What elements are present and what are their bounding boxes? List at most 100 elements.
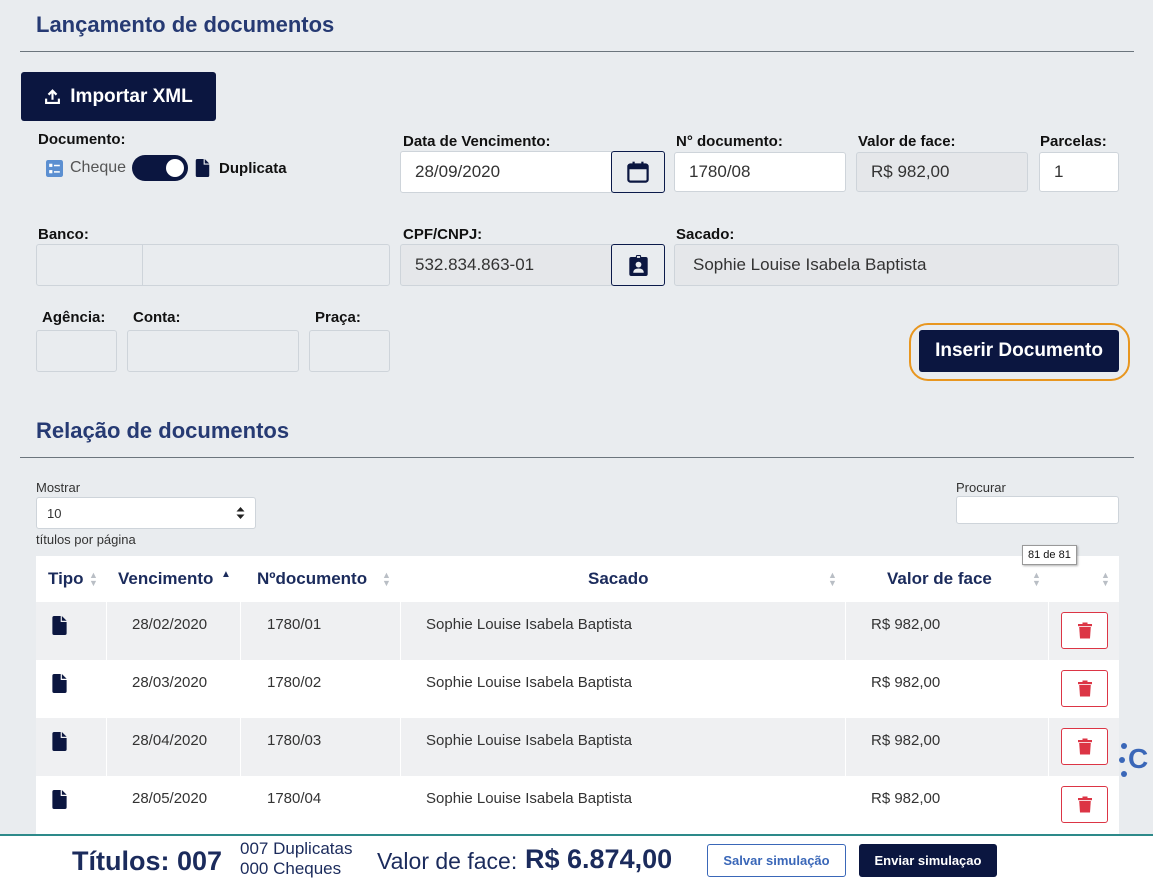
cell-sacado: Sophie Louise Isabela Baptista <box>426 731 632 749</box>
logo-text: C <box>1128 743 1149 774</box>
valor-face-input[interactable]: R$ 982,00 <box>856 152 1028 192</box>
cheques-count: 000 Cheques <box>240 859 342 878</box>
th-valor[interactable]: Valor de face <box>887 569 992 589</box>
parcelas-input[interactable]: 1 <box>1039 152 1119 192</box>
cell-vencimento: 28/03/2020 <box>132 673 208 691</box>
trash-icon <box>1077 680 1092 697</box>
cell-vencimento: 28/02/2020 <box>132 615 208 633</box>
send-simulation-button[interactable]: Enviar simulaçao <box>859 844 997 877</box>
vencimento-label: Data de Vencimento: <box>403 133 551 150</box>
valor-face-total-label: Valor de face: <box>377 848 518 874</box>
sort-icon[interactable]: ▲ ▼ <box>382 571 391 588</box>
calendar-button[interactable] <box>611 151 665 193</box>
relacao-title: Relação de documentos <box>36 418 290 443</box>
sort-icon[interactable]: ▲ ▼ <box>1032 571 1041 588</box>
save-simulation-button[interactable]: Salvar simulação <box>707 844 846 877</box>
cell-ndoc: 1780/02 <box>267 673 322 691</box>
praca-input[interactable] <box>309 330 390 372</box>
relacao-divider <box>20 457 1134 458</box>
praca-label: Praça: <box>315 309 361 326</box>
table-row[interactable]: 28/03/2020 1780/02 Sophie Louise Isabela… <box>36 660 1119 718</box>
page-size-value: 10 <box>47 505 62 521</box>
banco-name-input[interactable] <box>142 244 390 286</box>
table-row[interactable]: 28/02/2020 1780/01 Sophie Louise Isabela… <box>36 602 1119 660</box>
cpf-label: CPF/CNPJ: <box>403 226 483 243</box>
search-input[interactable] <box>956 496 1119 524</box>
sort-icon[interactable]: ▲ ▼ <box>828 571 837 588</box>
cell-sacado: Sophie Louise Isabela Baptista <box>426 673 632 691</box>
conta-input[interactable] <box>127 330 299 372</box>
th-ndoc[interactable]: Nºdocumento <box>257 569 367 589</box>
cell-vencimento: 28/04/2020 <box>132 731 208 749</box>
documento-type-toggle[interactable]: Cheque Duplicata <box>46 155 287 181</box>
cell-ndoc: 1780/04 <box>267 789 322 807</box>
th-vencimento[interactable]: Vencimento <box>118 569 213 589</box>
delete-button[interactable] <box>1061 670 1108 707</box>
toggle-knob <box>166 159 185 177</box>
contact-card-icon <box>628 254 648 276</box>
delete-button[interactable] <box>1061 612 1108 649</box>
per-page-label: títulos por página <box>36 532 136 547</box>
cell-vencimento: 28/05/2020 <box>132 789 208 807</box>
agencia-label: Agência: <box>42 309 106 326</box>
duplicatas-count: 007 Duplicatas <box>240 839 353 858</box>
titulos-count: Títulos: 007 <box>72 846 223 876</box>
ndoc-input[interactable]: 1780/08 <box>674 152 846 192</box>
file-icon <box>52 790 67 809</box>
list-icon <box>46 159 63 177</box>
cell-ndoc: 1780/03 <box>267 731 322 749</box>
show-label: Mostrar <box>36 480 81 495</box>
th-sacado[interactable]: Sacado <box>588 569 648 589</box>
trash-icon <box>1077 796 1092 813</box>
title-divider <box>20 51 1134 52</box>
sort-asc-icon[interactable]: ▲ <box>221 569 231 580</box>
cpf-input[interactable]: 532.834.863-01 <box>400 244 612 286</box>
contact-lookup-button[interactable] <box>611 244 665 286</box>
summary-footer: Títulos: 007 007 Duplicatas 000 Cheques … <box>0 834 1153 884</box>
cell-valor: R$ 982,00 <box>871 615 941 633</box>
page-title: Lançamento de documentos <box>36 12 335 37</box>
banco-label: Banco: <box>38 226 89 243</box>
file-icon <box>195 159 210 177</box>
cell-ndoc: 1780/01 <box>267 615 322 633</box>
sort-icon[interactable]: ▲ ▼ <box>1101 571 1110 588</box>
file-icon <box>52 674 67 693</box>
upload-icon <box>45 89 61 104</box>
cell-valor: R$ 982,00 <box>871 673 941 691</box>
banco-code-input[interactable] <box>36 244 143 286</box>
cell-sacado: Sophie Louise Isabela Baptista <box>426 789 632 807</box>
row-count-tooltip: 81 de 81 <box>1022 545 1077 565</box>
delete-button[interactable] <box>1061 786 1108 823</box>
import-xml-button[interactable]: Importar XML <box>21 72 216 121</box>
conta-label: Conta: <box>133 309 181 326</box>
table-row[interactable]: 28/04/2020 1780/03 Sophie Louise Isabela… <box>36 718 1119 776</box>
vencimento-input[interactable]: 28/09/2020 <box>400 151 612 193</box>
toggle-switch[interactable] <box>132 155 189 181</box>
valor-face-label: Valor de face: <box>858 133 956 150</box>
cell-sacado: Sophie Louise Isabela Baptista <box>426 615 632 633</box>
search-label: Procurar <box>956 480 1006 495</box>
file-icon <box>52 732 67 751</box>
agencia-input[interactable] <box>36 330 117 372</box>
cell-valor: R$ 982,00 <box>871 789 941 807</box>
trash-icon <box>1077 738 1092 755</box>
table-header: Tipo ▲ ▼ Vencimento ▲ Nºdocumento ▲ ▼ Saca… <box>36 556 1119 602</box>
delete-button[interactable] <box>1061 728 1108 765</box>
ndoc-label: N° documento: <box>676 133 783 150</box>
cell-valor: R$ 982,00 <box>871 731 941 749</box>
calendar-icon <box>627 161 649 183</box>
insert-document-button[interactable]: Inserir Documento <box>919 330 1119 372</box>
th-tipo[interactable]: Tipo <box>48 569 84 589</box>
sort-icon[interactable]: ▲ ▼ <box>89 571 98 588</box>
sacado-label: Sacado: <box>676 226 735 243</box>
valor-face-total: R$ 6.874,00 <box>525 844 673 874</box>
page-size-select[interactable]: 10 <box>36 497 256 529</box>
duplicata-option: Duplicata <box>219 159 287 177</box>
file-icon <box>52 616 67 635</box>
parcelas-label: Parcelas: <box>1040 133 1107 150</box>
side-logo: C <box>1118 740 1153 780</box>
import-xml-label: Importar XML <box>70 85 193 107</box>
table-row[interactable]: 28/05/2020 1780/04 Sophie Louise Isabela… <box>36 776 1119 834</box>
sacado-input[interactable]: Sophie Louise Isabela Baptista <box>674 244 1119 286</box>
documento-label: Documento: <box>38 131 126 148</box>
